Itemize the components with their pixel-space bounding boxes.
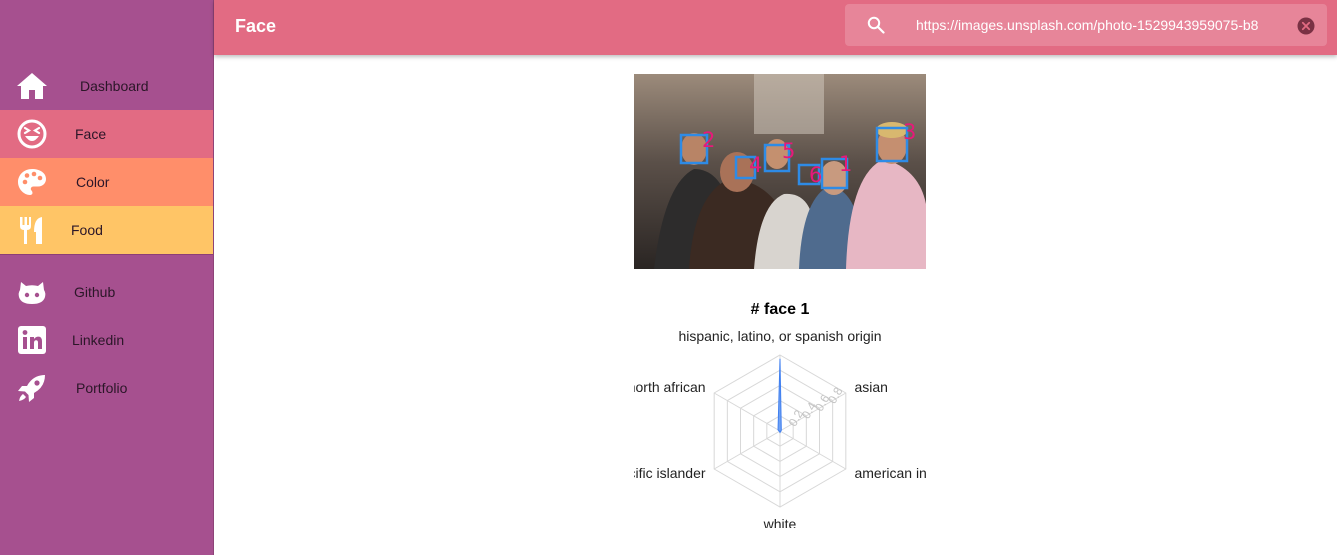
face-number: 5 <box>782 139 795 163</box>
photo-sky <box>754 74 824 134</box>
radar-axis-line <box>713 430 781 470</box>
sidebar-item-label: Portfolio <box>76 380 128 396</box>
face-detection-image: 1 2 3 4 5 6 <box>634 74 926 269</box>
radar-chart: 0.20.40.60.8hispanic, latino, or spanish… <box>634 328 926 528</box>
sidebar-item-label: Color <box>76 174 110 190</box>
photo-canvas: 1 2 3 4 5 6 <box>634 74 926 269</box>
sidebar-item-github[interactable]: Github <box>0 268 213 316</box>
sidebar-item-label: Linkedin <box>72 332 125 348</box>
sidebar-item-dashboard[interactable]: Dashboard <box>0 62 213 110</box>
sidebar-item-color[interactable]: Color <box>0 158 213 206</box>
search-box[interactable] <box>845 4 1327 46</box>
radar-data-area <box>777 358 782 434</box>
sidebar-divider <box>0 254 213 255</box>
page-title: Face <box>235 16 277 36</box>
search-input[interactable] <box>916 4 1282 46</box>
sidebar-item-label: Github <box>74 284 116 300</box>
radar-category-label: north african <box>634 379 706 395</box>
rocket-icon <box>18 375 45 402</box>
sidebar: Dashboard Face Color Food Github Linkedi… <box>0 0 214 555</box>
github-icon <box>18 282 46 304</box>
radar-category-label: hispanic, latino, or spanish origin <box>678 328 881 344</box>
sidebar-item-portfolio[interactable]: Portfolio <box>0 364 213 412</box>
home-icon <box>17 73 47 99</box>
top-app-bar: Face <box>214 0 1337 55</box>
face-number: 4 <box>749 153 762 177</box>
radar-axis-line <box>779 430 847 470</box>
sidebar-item-label: Food <box>71 222 103 238</box>
face-number: 1 <box>839 152 852 176</box>
utensils-icon <box>20 217 42 244</box>
radar-category-label: white <box>763 516 797 528</box>
sidebar-item-food[interactable]: Food <box>0 206 213 254</box>
face-number: 3 <box>903 120 916 144</box>
palette-icon <box>18 169 46 195</box>
radar-category-label: pacific islander <box>634 465 706 481</box>
sidebar-item-label: Dashboard <box>80 78 149 94</box>
sidebar-item-linkedin[interactable]: Linkedin <box>0 316 213 364</box>
sidebar-item-label: Face <box>75 126 107 142</box>
radar-category-label: asian <box>854 379 887 395</box>
radar-axis-line <box>713 392 781 432</box>
clear-icon[interactable] <box>1297 17 1315 35</box>
laughing-face-icon <box>17 119 47 149</box>
radar-category-label: american indian <box>854 465 926 481</box>
chart-title: # face 1 <box>750 301 810 318</box>
linkedin-icon <box>18 326 46 354</box>
search-icon[interactable] <box>867 16 885 34</box>
face-number: 6 <box>809 163 822 187</box>
face-number: 2 <box>702 128 715 152</box>
sidebar-item-face[interactable]: Face <box>0 110 213 158</box>
